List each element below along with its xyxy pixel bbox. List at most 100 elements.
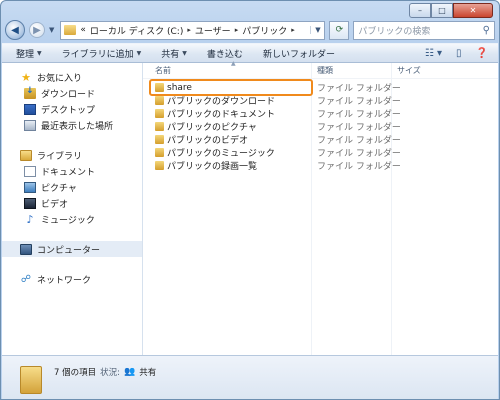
file-row[interactable]: パブリックのビデオ ファイル フォルダー [143, 133, 498, 146]
folder-icon [155, 148, 164, 157]
minimize-button[interactable]: – [409, 3, 431, 18]
add-to-library-label: ライブラリに追加 [61, 49, 134, 60]
breadcrumb-users[interactable]: ユーザー [195, 24, 231, 37]
search-icon: ⚲ [482, 24, 490, 36]
chevron-down-icon: ▼ [37, 49, 42, 57]
file-row[interactable]: パブリックの録画一覧 ファイル フォルダー [143, 159, 498, 172]
organize-button[interactable]: 整理 ▼ [16, 47, 42, 60]
content-area: ★ お気に入り ダウンロード デスクトップ 最近表示した場所 [2, 60, 498, 363]
file-type: ファイル フォルダー [317, 97, 401, 107]
file-list: ▲ 名前 種類 サイズ share ファイル フォルダー パブリックのダウンロー… [143, 60, 498, 363]
sort-ascending-icon: ▲ [231, 60, 236, 67]
column-header-name[interactable]: 名前 [155, 65, 171, 76]
large-folder-icon [20, 366, 42, 394]
address-row: ◀ ▶ ▼ « ローカル ディスク (C:) ▸ ユーザー ▸ パブリック ▸ … [5, 19, 495, 41]
folder-icon [155, 83, 164, 92]
back-arrow-icon: ◀ [11, 24, 19, 36]
breadcrumb-local-disk[interactable]: ローカル ディスク (C:) [90, 24, 183, 37]
nav-item-music[interactable]: ♪ ミュージック [2, 211, 142, 227]
column-header-size[interactable]: サイズ [397, 65, 421, 76]
folder-icon [64, 25, 77, 35]
folder-icon [155, 109, 164, 118]
explorer-window: – □ ✕ ◀ ▶ ▼ « ローカル ディスク (C:) ▸ ユーザー ▸ パブ… [0, 0, 500, 400]
nav-item-libraries[interactable]: ライブラリ [2, 147, 142, 163]
file-name: share [167, 82, 192, 93]
forward-arrow-icon: ▶ [33, 24, 41, 36]
back-button[interactable]: ◀ [5, 20, 25, 40]
help-icon[interactable]: ❓ [476, 48, 488, 59]
preview-pane-icon[interactable]: ▯ [456, 48, 462, 59]
nav-item-videos[interactable]: ビデオ [2, 195, 142, 211]
folder-icon [155, 135, 164, 144]
star-icon: ★ [21, 70, 31, 84]
breadcrumb-overflow[interactable]: « [80, 25, 86, 35]
nav-item-recent-places[interactable]: 最近表示した場所 [2, 117, 142, 133]
command-bar: 整理 ▼ ライブラリに追加 ▼ 共有 ▼ 書き込む 新しいフォルダー ☷ ▾ ▯… [2, 43, 498, 63]
network-icon: ☍ [20, 273, 32, 285]
share-button[interactable]: 共有 ▼ [161, 47, 187, 60]
chevron-down-icon: ▼ [182, 49, 187, 57]
nav-item-desktop[interactable]: デスクトップ [2, 101, 142, 117]
column-header-row: ▲ 名前 種類 サイズ [143, 60, 498, 79]
music-icon: ♪ [26, 212, 34, 226]
file-row[interactable]: パブリックのミュージック ファイル フォルダー [143, 146, 498, 159]
libraries-group: ライブラリ ドキュメント ピクチャ ビデオ ♪ ミュージック [2, 147, 142, 227]
file-row-share[interactable]: share ファイル フォルダー [143, 79, 498, 96]
nav-item-favorites[interactable]: ★ お気に入り [2, 69, 142, 85]
close-icon: ✕ [469, 6, 477, 15]
file-name: パブリックのピクチャ [167, 123, 257, 133]
nav-item-downloads[interactable]: ダウンロード [2, 85, 142, 101]
recent-pages-dropdown-icon[interactable]: ▼ [49, 26, 54, 34]
address-bar[interactable]: « ローカル ディスク (C:) ▸ ユーザー ▸ パブリック ▸ ▼ [60, 20, 326, 40]
file-row[interactable]: パブリックのドキュメント ファイル フォルダー [143, 107, 498, 120]
organize-label: 整理 [16, 49, 35, 60]
shared-users-icon: 👥 [124, 367, 136, 377]
caption-buttons: – □ ✕ [409, 3, 493, 18]
nav-item-label: ネットワーク [37, 275, 92, 286]
search-input[interactable]: パブリックの検索 ⚲ [353, 20, 495, 40]
nav-item-pictures[interactable]: ピクチャ [2, 179, 142, 195]
new-folder-label: 新しいフォルダー [262, 49, 335, 60]
refresh-icon: ⟳ [335, 25, 344, 35]
file-row[interactable]: パブリックのダウンロード ファイル フォルダー [143, 94, 498, 107]
nav-item-label: ピクチャ [41, 183, 77, 194]
computer-group: コンピューター [2, 241, 142, 257]
computer-icon [20, 243, 32, 255]
breadcrumb-separator-icon[interactable]: ▸ [187, 26, 191, 34]
file-name: パブリックのミュージック [167, 149, 275, 159]
document-icon [24, 165, 36, 177]
close-button[interactable]: ✕ [453, 3, 493, 18]
nav-item-computer[interactable]: コンピューター [2, 241, 142, 257]
forward-button[interactable]: ▶ [29, 22, 45, 38]
column-header-type[interactable]: 種類 [317, 65, 333, 76]
nav-item-label: お気に入り [37, 73, 83, 84]
nav-item-label: デスクトップ [41, 105, 96, 116]
download-folder-icon [24, 86, 36, 99]
address-history-dropdown-icon[interactable]: ▼ [310, 26, 324, 34]
library-icon [20, 149, 32, 161]
burn-button[interactable]: 書き込む [207, 47, 243, 60]
file-row[interactable]: パブリックのピクチャ ファイル フォルダー [143, 120, 498, 133]
share-label: 共有 [161, 49, 180, 60]
burn-label: 書き込む [206, 49, 243, 60]
file-type: ファイル フォルダー [317, 162, 401, 172]
nav-item-label: ダウンロード [41, 89, 96, 100]
maximize-button[interactable]: □ [431, 3, 453, 18]
recent-places-icon [24, 119, 36, 131]
file-type: ファイル フォルダー [317, 84, 401, 94]
breadcrumb-separator-icon[interactable]: ▸ [235, 26, 239, 34]
nav-item-network[interactable]: ☍ ネットワーク [2, 271, 142, 287]
nav-item-documents[interactable]: ドキュメント [2, 163, 142, 179]
nav-item-label: ミュージック [41, 215, 95, 226]
status-value: 共有 [139, 368, 157, 378]
minimize-icon: – [418, 6, 422, 15]
breadcrumb-separator-icon[interactable]: ▸ [291, 26, 295, 34]
chevron-down-icon: ▼ [136, 49, 142, 57]
file-type: ファイル フォルダー [317, 149, 401, 159]
change-view-icon[interactable]: ☷ ▾ [425, 48, 442, 59]
new-folder-button[interactable]: 新しいフォルダー [263, 47, 335, 60]
breadcrumb-public[interactable]: パブリック [242, 24, 287, 37]
file-type: ファイル フォルダー [317, 136, 401, 146]
add-to-library-button[interactable]: ライブラリに追加 ▼ [62, 47, 142, 60]
refresh-button[interactable]: ⟳ [329, 20, 350, 40]
